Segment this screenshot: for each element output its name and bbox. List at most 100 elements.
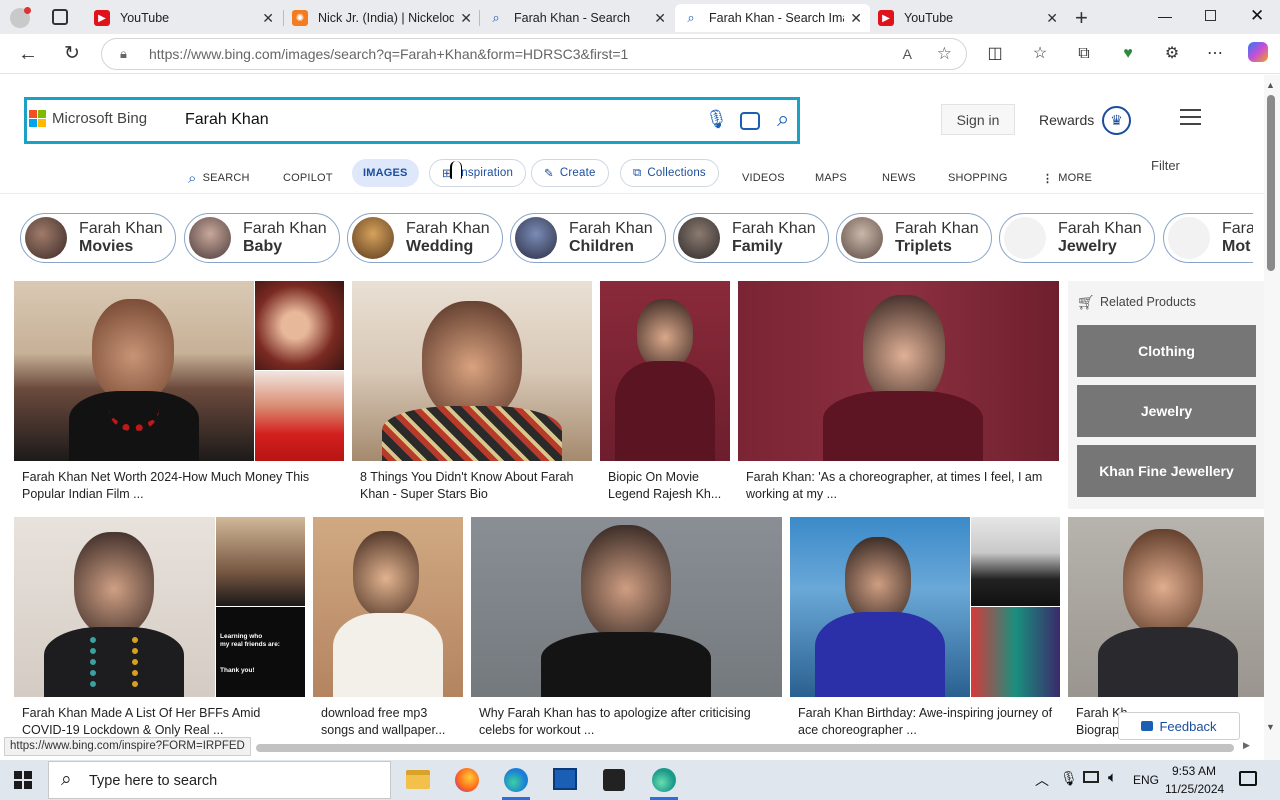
related-search-chip[interactable]: Farah Khan Triplets [836, 213, 992, 263]
clock-time[interactable]: 9:53 AM [1172, 764, 1216, 778]
image-result[interactable] [313, 517, 463, 697]
search-icon[interactable]: ⌕ [777, 106, 789, 132]
nav-collections[interactable]: ⧉ Collections [620, 159, 719, 187]
language-indicator[interactable]: ENG [1133, 773, 1159, 787]
clock-date[interactable]: 11/25/2024 [1165, 782, 1224, 796]
related-search-chip[interactable]: Farah Khan Wedding [347, 213, 503, 263]
tab-bing-images[interactable]: ⌕ Farah Khan - Search Images ✕ [675, 4, 870, 32]
image-result[interactable] [471, 517, 782, 697]
tab-youtube-1[interactable]: ▶ YouTube ✕ [86, 4, 282, 32]
rewards-icon[interactable]: ♛ [1102, 106, 1131, 135]
hamburger-menu-icon[interactable] [1180, 109, 1201, 125]
related-product-jewelry[interactable]: Jewelry [1077, 385, 1256, 437]
related-product-clothing[interactable]: Clothing [1077, 325, 1256, 377]
nav-maps[interactable]: MAPS [815, 166, 847, 190]
image-result[interactable] [1068, 517, 1264, 697]
window-close-icon[interactable]: ✕ [1250, 6, 1264, 26]
visual-search-icon[interactable] [740, 112, 760, 130]
profile-icon[interactable] [10, 7, 31, 28]
image-caption[interactable]: Why Farah Khan has to apologize after cr… [479, 705, 779, 739]
nav-copilot[interactable]: COPILOT [283, 166, 333, 190]
scroll-right-icon[interactable]: ▶ [1243, 740, 1250, 751]
image-caption[interactable]: Farah Khan Birthday: Awe-inspiring journ… [798, 705, 1058, 739]
nav-more[interactable]: ⋮ MORE [1042, 166, 1092, 190]
image-result[interactable] [600, 281, 730, 461]
image-result[interactable] [14, 281, 254, 461]
volume-icon[interactable]: 🔈︎ [1108, 769, 1117, 786]
image-result-thumb[interactable]: Learning who my real friends are: Thank … [216, 607, 305, 697]
image-result-thumb[interactable] [255, 371, 344, 461]
nav-search[interactable]: ⌕ SEARCH [188, 166, 250, 190]
store-icon[interactable] [603, 769, 625, 791]
read-aloud-icon[interactable]: A [903, 39, 912, 69]
remote-desktop-icon[interactable] [553, 768, 577, 790]
image-result[interactable] [738, 281, 1059, 461]
scroll-down-icon[interactable]: ▼ [1266, 722, 1275, 732]
rewards-label[interactable]: Rewards [1039, 112, 1094, 128]
extensions-icon[interactable]: ⚙ [1160, 42, 1184, 66]
related-search-chip[interactable]: Farah Khan Family [673, 213, 829, 263]
tab-actions-icon[interactable] [52, 9, 68, 25]
horizontal-scrollbar[interactable] [256, 744, 1234, 752]
sign-in-button[interactable]: Sign in [941, 104, 1015, 135]
nav-images[interactable]: IMAGES [352, 159, 419, 187]
close-icon[interactable]: ✕ [460, 10, 472, 27]
related-search-chip[interactable]: Farah Khan Children [510, 213, 666, 263]
image-caption[interactable]: download free mp3 songs and wallpaper... [321, 705, 461, 739]
close-icon[interactable]: ✕ [654, 10, 666, 27]
favorites-icon[interactable]: ☆ [1028, 42, 1052, 66]
image-caption[interactable]: Farah Khan: 'As a choreographer, at time… [746, 469, 1051, 503]
taskbar-search-box[interactable]: ⌕ Type here to search [48, 761, 391, 799]
collections-icon[interactable]: ⧉ [1072, 42, 1096, 66]
image-result[interactable] [352, 281, 592, 461]
microphone-icon[interactable]: 🎙︎ [1060, 770, 1078, 787]
related-search-chip[interactable]: Farah Khan Jewelry [999, 213, 1155, 263]
feedback-button[interactable]: Feedback [1118, 712, 1240, 740]
image-result-thumb[interactable] [255, 281, 344, 370]
related-product-khan-fine-jewellery[interactable]: Khan Fine Jewellery [1077, 445, 1256, 497]
image-result[interactable] [790, 517, 970, 697]
nav-shopping[interactable]: SHOPPING [948, 166, 1008, 190]
show-hidden-icons[interactable]: ︿ [1035, 770, 1049, 790]
image-caption[interactable]: Farah Khan Made A List Of Her BFFs Amid … [22, 705, 307, 739]
image-caption[interactable]: 8 Things You Didn't Know About Farah Kha… [360, 469, 585, 503]
restore-icon[interactable] [1205, 10, 1216, 21]
copilot-icon[interactable] [1246, 42, 1270, 70]
close-icon[interactable]: ✕ [850, 10, 862, 27]
firefox-icon[interactable] [455, 768, 479, 792]
nav-create[interactable]: ✎ Create [531, 159, 609, 187]
network-icon[interactable] [1083, 771, 1099, 783]
image-result-thumb[interactable] [971, 517, 1060, 606]
image-caption[interactable]: Farah Khan Net Worth 2024-How Much Money… [22, 469, 332, 503]
windows-start-icon[interactable] [14, 771, 32, 789]
vertical-scrollbar[interactable] [1267, 95, 1275, 271]
scroll-up-icon[interactable]: ▲ [1266, 80, 1275, 90]
image-result[interactable] [14, 517, 215, 697]
refresh-icon[interactable]: ↻ [60, 42, 84, 66]
edge-icon[interactable] [504, 768, 528, 792]
image-caption[interactable]: Biopic On Movie Legend Rajesh Kh... [608, 469, 728, 503]
file-explorer-icon[interactable] [406, 770, 430, 789]
search-input[interactable]: Farah Khan [185, 111, 269, 129]
image-result-thumb[interactable] [971, 607, 1060, 697]
minimize-icon[interactable]: — [1158, 8, 1172, 24]
related-search-chip[interactable]: Fara Mot [1163, 213, 1253, 263]
tab-youtube-2[interactable]: ▶ YouTube ✕ [870, 4, 1066, 32]
nav-news[interactable]: NEWS [882, 166, 916, 190]
microphone-icon[interactable]: 🎙︎ [705, 109, 728, 130]
favorite-star-icon[interactable]: ☆ [937, 39, 952, 69]
browser-essentials-icon[interactable]: ♥ [1116, 42, 1140, 66]
filter-button[interactable]: Filter [1151, 158, 1180, 173]
bing-logo[interactable]: Microsoft Bing [29, 110, 147, 127]
close-icon[interactable]: ✕ [1046, 10, 1058, 27]
tab-nickjr[interactable]: ✺ Nick Jr. (India) | Nickelodeon ✕ [284, 4, 480, 32]
related-search-chip[interactable]: Farah Khan Baby [184, 213, 340, 263]
url-field[interactable]: 🔒︎ https://www.bing.com/images/search?q=… [101, 38, 967, 70]
nav-videos[interactable]: VIDEOS [742, 166, 785, 190]
tab-bing-search[interactable]: ⌕ Farah Khan - Search ✕ [480, 4, 674, 32]
new-tab-icon[interactable]: + [1075, 5, 1088, 31]
more-menu-icon[interactable]: ⋯ [1203, 42, 1227, 66]
edge-dev-icon[interactable] [652, 768, 676, 792]
nav-inspiration[interactable]: ⊞ Inspiration [429, 159, 527, 187]
back-icon[interactable]: ← [16, 42, 40, 66]
